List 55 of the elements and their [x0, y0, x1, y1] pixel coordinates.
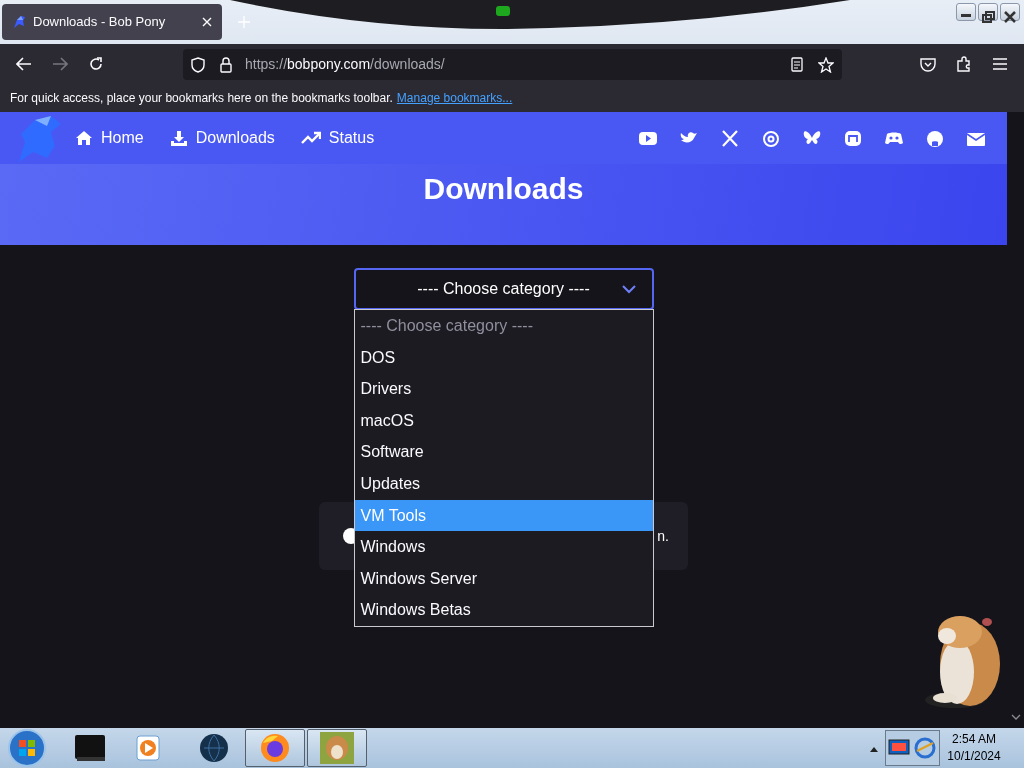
x-icon[interactable]: [721, 129, 739, 147]
manage-bookmarks-link[interactable]: Manage bookmarks...: [396, 89, 513, 107]
dropdown-option[interactable]: Windows Betas: [354, 594, 653, 626]
video-icon[interactable]: [639, 129, 657, 147]
network-icon[interactable]: [888, 738, 910, 758]
close-button[interactable]: [1000, 3, 1020, 21]
back-icon[interactable]: [16, 57, 32, 71]
browser-icon[interactable]: [914, 737, 936, 759]
dropdown-option[interactable]: Updates: [354, 467, 653, 500]
nav-link[interactable]: Status: [300, 126, 375, 150]
tray-arrow-icon[interactable]: [870, 746, 878, 752]
notice-text: n.: [657, 526, 669, 546]
dropdown-option: ---- Choose category ----: [354, 310, 653, 342]
dropdown-option[interactable]: Windows: [354, 531, 653, 563]
minimize-button[interactable]: [956, 3, 976, 21]
nav-link[interactable]: Home: [75, 126, 144, 150]
menu-icon[interactable]: [993, 58, 1007, 70]
butterfly-icon[interactable]: [803, 129, 821, 147]
home-icon: [75, 130, 93, 146]
forward-icon[interactable]: [52, 57, 68, 71]
fox-icon: [260, 733, 290, 763]
clock-date: 10/1/2024: [946, 748, 1002, 765]
media-player-icon: [135, 734, 161, 762]
start-orb-icon[interactable]: [7, 728, 47, 768]
dropdown-option[interactable]: DOS: [354, 341, 653, 374]
trend-icon: [300, 131, 321, 145]
hamster-icon: [320, 732, 354, 764]
shield-icon[interactable]: [191, 56, 205, 73]
dropdown-option[interactable]: Windows Server: [354, 562, 653, 595]
reload-icon[interactable]: [88, 56, 104, 72]
page-title: Downloads: [423, 171, 584, 207]
globe-icon: [199, 733, 229, 763]
reader-view-icon[interactable]: [791, 57, 803, 72]
category-select[interactable]: ---- Choose category ----: [353, 268, 654, 310]
chevron-down-icon: [621, 285, 636, 294]
star-icon[interactable]: [818, 56, 834, 73]
tab-title: Downloads - Bob Pony: [33, 13, 166, 32]
pocket-icon[interactable]: [920, 57, 936, 72]
browser-tab[interactable]: Downloads - Bob Pony: [2, 4, 222, 40]
minimize-icon: [961, 14, 971, 17]
dropdown-option[interactable]: macOS: [354, 404, 653, 437]
close-icon: [1001, 8, 1019, 25]
puzzle-icon[interactable]: [956, 56, 972, 72]
close-icon[interactable]: [202, 17, 212, 27]
nav-link[interactable]: Downloads: [169, 126, 275, 150]
dropdown-option[interactable]: Software: [354, 436, 653, 468]
download-icon: [169, 129, 188, 147]
lock-icon[interactable]: [219, 56, 233, 73]
dropdown-option[interactable]: Drivers: [354, 373, 653, 405]
monitor-icon: [73, 733, 107, 763]
clock-time: 2:54 AM: [951, 731, 997, 748]
scroll-down-icon[interactable]: [1011, 714, 1021, 720]
restore-button[interactable]: [978, 3, 998, 21]
restore-icon: [979, 8, 997, 25]
bookmarks-bar-message: For quick access, place your bookmarks here on the bookmarks toolbar.: [10, 90, 393, 107]
